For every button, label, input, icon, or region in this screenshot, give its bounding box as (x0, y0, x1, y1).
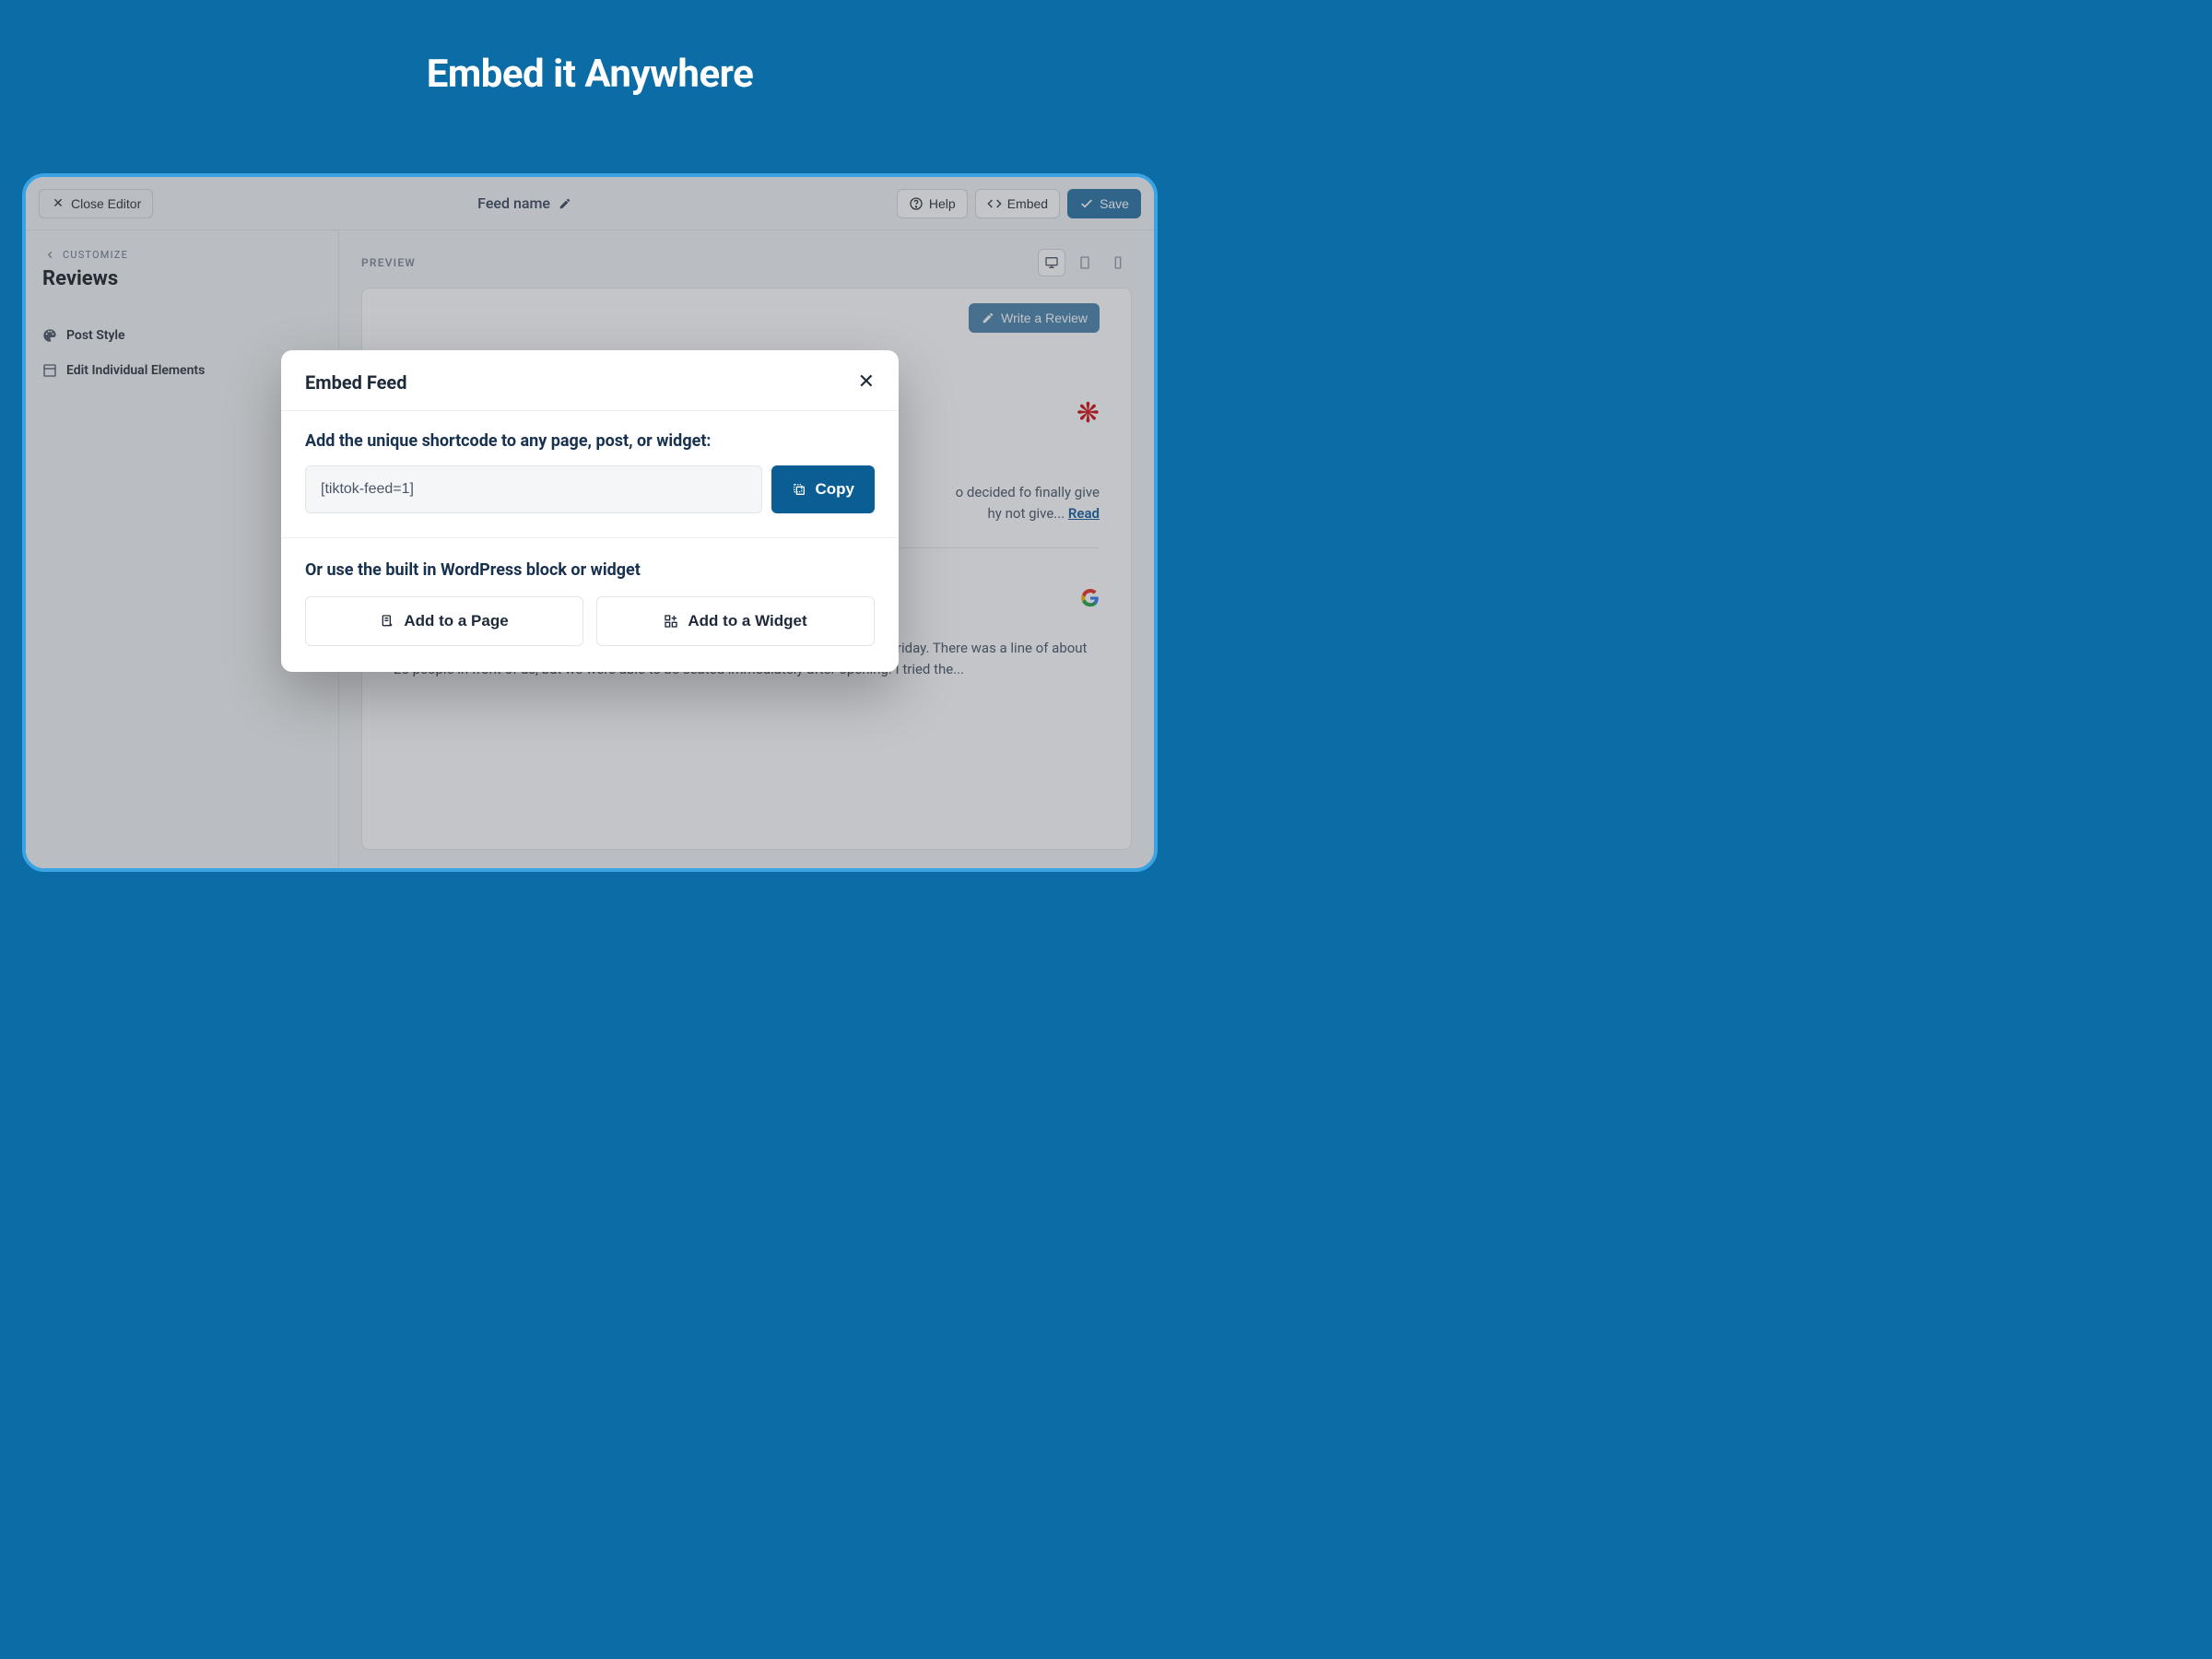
add-to-page-button[interactable]: Add to a Page (305, 596, 583, 646)
copy-label: Copy (816, 480, 855, 499)
page-plus-icon (380, 614, 394, 629)
widget-plus-icon (664, 614, 678, 629)
add-page-label: Add to a Page (404, 612, 508, 630)
add-widget-label: Add to a Widget (688, 612, 806, 630)
copy-icon (792, 482, 806, 497)
modal-subtitle: Add the unique shortcode to any page, po… (305, 431, 875, 451)
modal-title: Embed Feed (305, 371, 407, 394)
app-window: ✕ Close Editor Feed name Help Embed (22, 173, 1158, 872)
copy-button[interactable]: Copy (771, 465, 876, 513)
close-icon: ✕ (858, 371, 875, 394)
hero-title: Embed it Anywhere (0, 0, 1180, 97)
shortcode-input[interactable] (305, 465, 762, 513)
modal-subtitle-2: Or use the built in WordPress block or w… (305, 560, 875, 580)
embed-modal: Embed Feed ✕ Add the unique shortcode to… (281, 350, 899, 672)
add-to-widget-button[interactable]: Add to a Widget (596, 596, 875, 646)
modal-overlay: Embed Feed ✕ Add the unique shortcode to… (26, 177, 1154, 868)
close-modal-button[interactable]: ✕ (858, 371, 875, 394)
